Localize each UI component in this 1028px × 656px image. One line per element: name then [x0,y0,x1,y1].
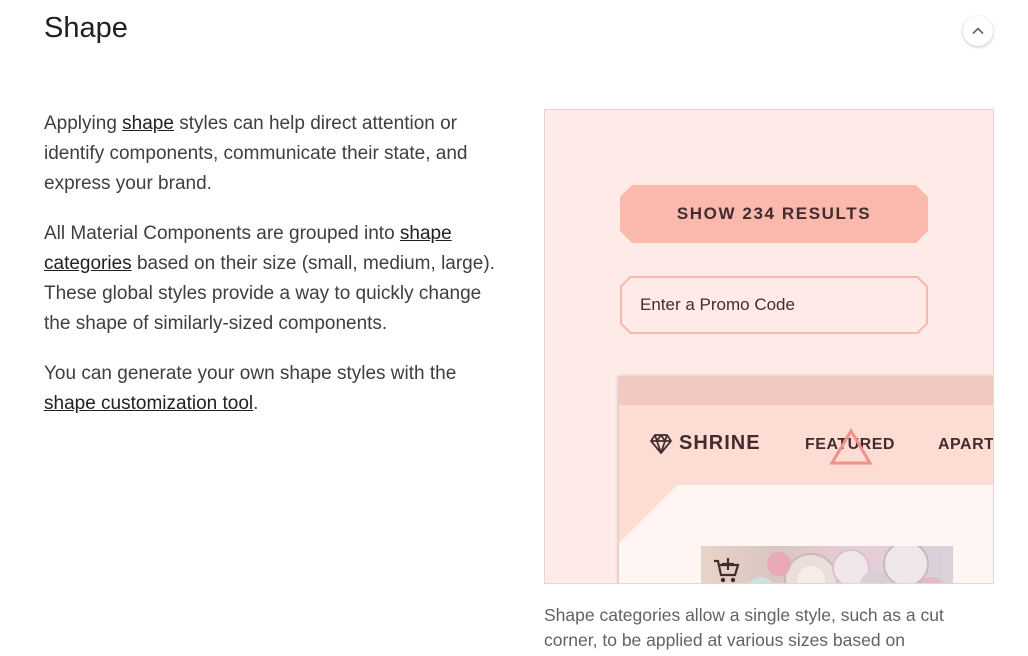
shape-example-figure: SHOW 234 RESULTS Enter a Promo Code SHRI… [544,109,994,584]
promo-code-field: Enter a Promo Code [620,276,928,334]
paragraph-categories: All Material Components are grouped into… [44,223,495,334]
promo-code-placeholder: Enter a Promo Code [622,278,926,332]
section-title: Shape [44,12,128,44]
app-top-bar [619,376,993,405]
paragraph-tool: You can generate your own shape styles w… [44,363,457,414]
figure-caption: Shape categories allow a single style, s… [544,605,944,650]
diamond-icon [650,433,672,454]
chevron-up-icon [972,27,984,35]
collapse-button[interactable] [963,16,993,46]
paragraph-intro: Applying shape styles can help direct at… [44,113,468,194]
plates-illustration [749,546,943,583]
shape-link[interactable]: shape [122,113,174,134]
nav-item-apartment: APART [938,436,994,453]
product-image [701,546,953,583]
body-text: Applying shape styles can help direct at… [44,109,504,439]
shrine-app-preview: SHRINE FEATURED APART [619,376,994,583]
shrine-brand: SHRINE [649,432,761,455]
brand-label: SHRINE [679,432,761,454]
show-results-button: SHOW 234 RESULTS [620,185,928,243]
shape-customization-tool-link[interactable]: shape customization tool [44,393,253,414]
triangle-indicator-icon [829,428,873,465]
